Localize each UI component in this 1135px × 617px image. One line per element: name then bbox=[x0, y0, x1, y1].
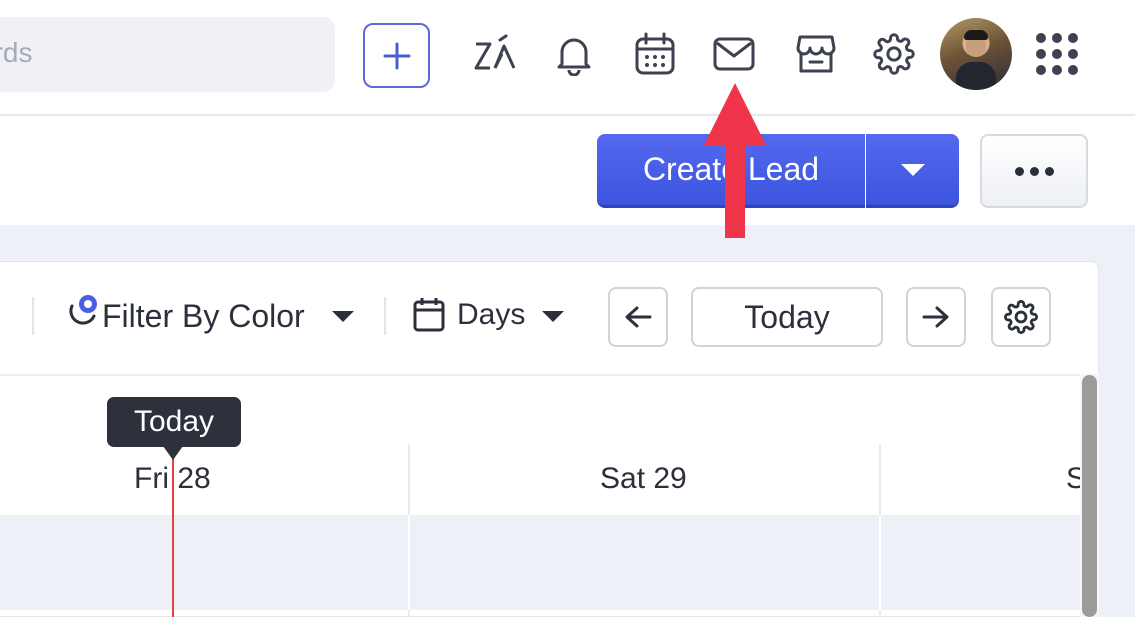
toolbar-divider bbox=[384, 297, 386, 335]
mail-button[interactable] bbox=[712, 32, 756, 76]
gear-icon bbox=[1004, 300, 1038, 334]
bell-icon bbox=[557, 38, 591, 76]
filter-by-color-dropdown[interactable]: Filter By Color bbox=[102, 298, 305, 335]
create-lead-dropdown-button[interactable] bbox=[866, 134, 959, 208]
day-header-sat[interactable]: Sat 29 bbox=[600, 462, 687, 496]
arrow-left-icon bbox=[625, 306, 652, 328]
all-day-divider bbox=[879, 515, 881, 610]
current-time-line bbox=[172, 455, 174, 617]
today-button[interactable]: Today bbox=[691, 287, 883, 347]
arrow-right-icon bbox=[922, 306, 949, 328]
gear-icon bbox=[873, 33, 915, 75]
chevron-down-icon[interactable] bbox=[542, 311, 564, 322]
search-input-text[interactable]: ords bbox=[0, 37, 32, 69]
avatar-body bbox=[956, 62, 996, 90]
module-header bbox=[0, 118, 1135, 225]
avatar-hair bbox=[964, 30, 988, 40]
annotation-arrow-head bbox=[704, 83, 766, 145]
more-dot-icon bbox=[1044, 166, 1054, 176]
marketplace-icon bbox=[796, 35, 836, 73]
more-dot-icon bbox=[1014, 166, 1024, 176]
chevron-down-icon bbox=[900, 163, 925, 176]
quick-create-button[interactable] bbox=[363, 23, 430, 88]
zia-button[interactable] bbox=[473, 32, 517, 76]
apps-grid-icon[interactable] bbox=[1036, 33, 1078, 75]
plus-icon bbox=[383, 42, 410, 69]
zia-icon bbox=[474, 34, 516, 70]
toolbar-divider bbox=[32, 297, 34, 335]
vertical-scrollbar-thumb[interactable] bbox=[1082, 375, 1097, 617]
calendar-icon bbox=[635, 32, 675, 75]
color-filter-icon bbox=[69, 295, 97, 325]
chevron-down-icon[interactable] bbox=[332, 311, 354, 322]
calendar-settings-button[interactable] bbox=[991, 287, 1051, 347]
today-marker: Today bbox=[107, 397, 241, 447]
more-dot-icon bbox=[1029, 166, 1039, 176]
marketplace-button[interactable] bbox=[794, 32, 838, 76]
annotation-arrow-shaft bbox=[725, 140, 745, 238]
calendar-button[interactable] bbox=[633, 32, 677, 76]
calendar-icon bbox=[413, 298, 445, 332]
today-marker-label: Today bbox=[133, 405, 215, 438]
view-days-dropdown[interactable]: Days bbox=[457, 298, 525, 332]
avatar[interactable] bbox=[940, 18, 1012, 90]
all-day-divider bbox=[408, 515, 410, 610]
settings-button[interactable] bbox=[872, 32, 916, 76]
mail-icon bbox=[713, 37, 755, 71]
search-box[interactable]: ords bbox=[0, 17, 335, 92]
toolbar-bottom-border bbox=[0, 374, 1080, 376]
next-button[interactable] bbox=[906, 287, 966, 347]
more-options-button[interactable] bbox=[980, 134, 1088, 208]
previous-button[interactable] bbox=[608, 287, 668, 347]
all-day-row[interactable] bbox=[0, 515, 1080, 610]
notifications-button[interactable] bbox=[552, 32, 596, 76]
today-marker-pointer bbox=[163, 446, 183, 460]
today-button-label: Today bbox=[744, 298, 830, 335]
